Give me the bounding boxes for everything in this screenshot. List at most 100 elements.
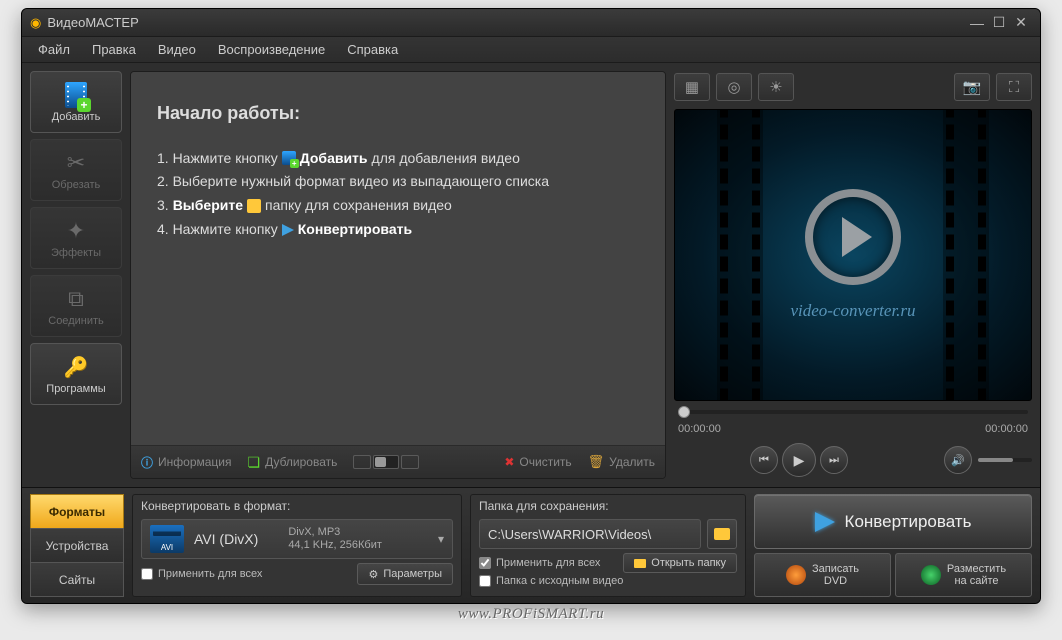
minimize-button[interactable]: — bbox=[966, 15, 988, 31]
app-logo-icon: ◉ bbox=[30, 15, 41, 31]
add-inline-icon bbox=[282, 151, 296, 165]
next-icon: ⏭ bbox=[829, 454, 839, 467]
folder-inline-icon bbox=[247, 199, 261, 213]
pt-fullscreen-button[interactable]: ⛶ bbox=[996, 73, 1032, 101]
preview-toolbar: ▦ ◎ ☀ 📷 ⛶ bbox=[674, 71, 1032, 103]
crop-icon: ▦ bbox=[685, 78, 699, 96]
prev-button[interactable]: ⏮ bbox=[750, 446, 778, 474]
save-source-folder-checkbox[interactable]: Папка с исходным видео bbox=[479, 575, 737, 587]
tool-effects-label: Эффекты bbox=[51, 247, 101, 259]
menu-file[interactable]: Файл bbox=[28, 40, 80, 59]
menu-edit[interactable]: Правка bbox=[82, 40, 146, 59]
page-watermark: www.PROFiSMART.ru bbox=[458, 606, 604, 623]
format-avi-icon: AVI bbox=[150, 525, 184, 553]
main-area: + Добавить ✂ Обрезать ✦ Эффекты ⧉ Соедин… bbox=[22, 63, 1040, 487]
video-preview[interactable]: video-converter.ru bbox=[674, 109, 1032, 401]
tool-programs-button[interactable]: 🔑 Программы bbox=[30, 343, 122, 405]
format-name: AVI (DivX) bbox=[194, 531, 258, 547]
format-panel: Конвертировать в формат: AVI AVI (DivX) … bbox=[132, 494, 462, 597]
scissors-icon: ✂ bbox=[67, 149, 85, 177]
format-tabs: Форматы Устройства Сайты bbox=[30, 494, 124, 597]
delete-icon: 🗑 bbox=[588, 454, 605, 470]
action-panel: Конвертировать ЗаписатьDVD Разместитьна … bbox=[754, 494, 1032, 597]
format-dropdown[interactable]: AVI AVI (DivX) DivX, MP3 44,1 KHz, 256Кб… bbox=[141, 519, 453, 559]
lt-info[interactable]: ⓘИнформация bbox=[141, 454, 232, 471]
time-row: 00:00:00 00:00:00 bbox=[674, 423, 1032, 435]
lt-view-switch[interactable] bbox=[353, 455, 419, 469]
view-toggle-icon bbox=[373, 455, 399, 469]
pt-crop-button[interactable]: ▦ bbox=[674, 73, 710, 101]
preview-play-icon bbox=[805, 189, 901, 285]
lt-clear[interactable]: ✖Очистить bbox=[504, 455, 571, 469]
save-panel-title: Папка для сохранения: bbox=[479, 499, 737, 515]
menu-playback[interactable]: Воспроизведение bbox=[208, 40, 335, 59]
save-path-input[interactable]: C:\Users\WARRIOR\Videos\ bbox=[479, 519, 701, 549]
convert-button[interactable]: Конвертировать bbox=[754, 494, 1032, 549]
convert-arrow-icon bbox=[815, 512, 835, 532]
tool-trim-button[interactable]: ✂ Обрезать bbox=[30, 139, 122, 201]
tool-add-button[interactable]: + Добавить bbox=[30, 71, 122, 133]
menubar: Файл Правка Видео Воспроизведение Справк… bbox=[22, 37, 1040, 63]
playback-controls: ⏮ ▶ ⏭ 🔊 bbox=[674, 441, 1032, 479]
film-add-icon: + bbox=[65, 81, 87, 109]
tool-trim-label: Обрезать bbox=[52, 179, 101, 191]
publish-button[interactable]: Разместитьна сайте bbox=[895, 553, 1032, 597]
tool-effects-button[interactable]: ✦ Эффекты bbox=[30, 207, 122, 269]
save-apply-all-checkbox[interactable]: Применить для всех bbox=[479, 557, 600, 569]
folder-icon bbox=[714, 528, 730, 540]
open-folder-button[interactable]: Открыть папку bbox=[623, 553, 737, 573]
lt-duplicate[interactable]: ❏Дублировать bbox=[248, 454, 338, 471]
key-icon: 🔑 bbox=[64, 353, 89, 381]
tab-sites[interactable]: Сайты bbox=[30, 562, 124, 597]
play-button[interactable]: ▶ bbox=[782, 443, 816, 477]
tab-devices[interactable]: Устройства bbox=[30, 528, 124, 562]
brightness-icon: ☀ bbox=[769, 78, 782, 96]
seek-track bbox=[678, 410, 1028, 414]
start-heading: Начало работы: bbox=[157, 98, 639, 129]
titlebar: ◉ ВидеоМАСТЕР — ☐ ✕ bbox=[22, 9, 1040, 37]
format-sub1: DivX, MP3 bbox=[288, 526, 382, 539]
start-step-2: 2. Выберите нужный формат видео из выпад… bbox=[157, 170, 639, 194]
seek-thumb[interactable] bbox=[678, 406, 690, 418]
time-current: 00:00:00 bbox=[678, 423, 721, 435]
seekbar[interactable] bbox=[674, 407, 1032, 417]
tool-join-label: Соединить bbox=[48, 315, 104, 327]
clear-icon: ✖ bbox=[504, 455, 514, 469]
bottom-strip: Форматы Устройства Сайты Конвертировать … bbox=[22, 487, 1040, 603]
tab-formats[interactable]: Форматы bbox=[30, 494, 124, 528]
volume-slider[interactable] bbox=[978, 458, 1032, 462]
center-panel: Начало работы: 1. Нажмите кнопку Добавит… bbox=[130, 71, 666, 479]
format-panel-title: Конвертировать в формат: bbox=[141, 499, 453, 515]
save-panel: Папка для сохранения: C:\Users\WARRIOR\V… bbox=[470, 494, 746, 597]
menu-video[interactable]: Видео bbox=[148, 40, 206, 59]
camera-icon: 📷 bbox=[963, 78, 982, 96]
tool-add-label: Добавить bbox=[52, 111, 101, 123]
pt-brightness-button[interactable]: ☀ bbox=[758, 73, 794, 101]
tool-join-button[interactable]: ⧉ Соединить bbox=[30, 275, 122, 337]
getting-started: Начало работы: 1. Нажмите кнопку Добавит… bbox=[131, 72, 665, 446]
tool-programs-label: Программы bbox=[46, 383, 105, 395]
format-apply-all-checkbox[interactable]: Применить для всех bbox=[141, 568, 262, 580]
maximize-button[interactable]: ☐ bbox=[988, 14, 1010, 31]
browse-folder-button[interactable] bbox=[707, 519, 737, 549]
lt-delete[interactable]: 🗑Удалить bbox=[588, 454, 655, 470]
left-toolbar: + Добавить ✂ Обрезать ✦ Эффекты ⧉ Соедин… bbox=[30, 71, 122, 479]
fullscreen-icon: ⛶ bbox=[1009, 79, 1020, 96]
start-step-3: 3. Выберите папку для сохранения видео bbox=[157, 194, 639, 218]
wand-icon: ✦ bbox=[67, 217, 85, 245]
preview-caption: video-converter.ru bbox=[790, 301, 915, 321]
pt-rotate-button[interactable]: ◎ bbox=[716, 73, 752, 101]
next-button[interactable]: ⏭ bbox=[820, 446, 848, 474]
speaker-icon: 🔊 bbox=[951, 454, 965, 467]
preview-panel: ▦ ◎ ☀ 📷 ⛶ video-converter.ru 00:00:00 00… bbox=[674, 71, 1032, 479]
start-step-1: 1. Нажмите кнопку Добавить для добавлени… bbox=[157, 147, 639, 171]
gear-icon: ⚙ bbox=[368, 568, 378, 581]
view-list-icon bbox=[353, 455, 371, 469]
format-params-button[interactable]: ⚙Параметры bbox=[357, 563, 453, 585]
pt-snapshot-button[interactable]: 📷 bbox=[954, 73, 990, 101]
close-button[interactable]: ✕ bbox=[1010, 14, 1032, 31]
rotate-icon: ◎ bbox=[727, 78, 740, 96]
burn-dvd-button[interactable]: ЗаписатьDVD bbox=[754, 553, 891, 597]
mute-button[interactable]: 🔊 bbox=[944, 446, 972, 474]
menu-help[interactable]: Справка bbox=[337, 40, 408, 59]
